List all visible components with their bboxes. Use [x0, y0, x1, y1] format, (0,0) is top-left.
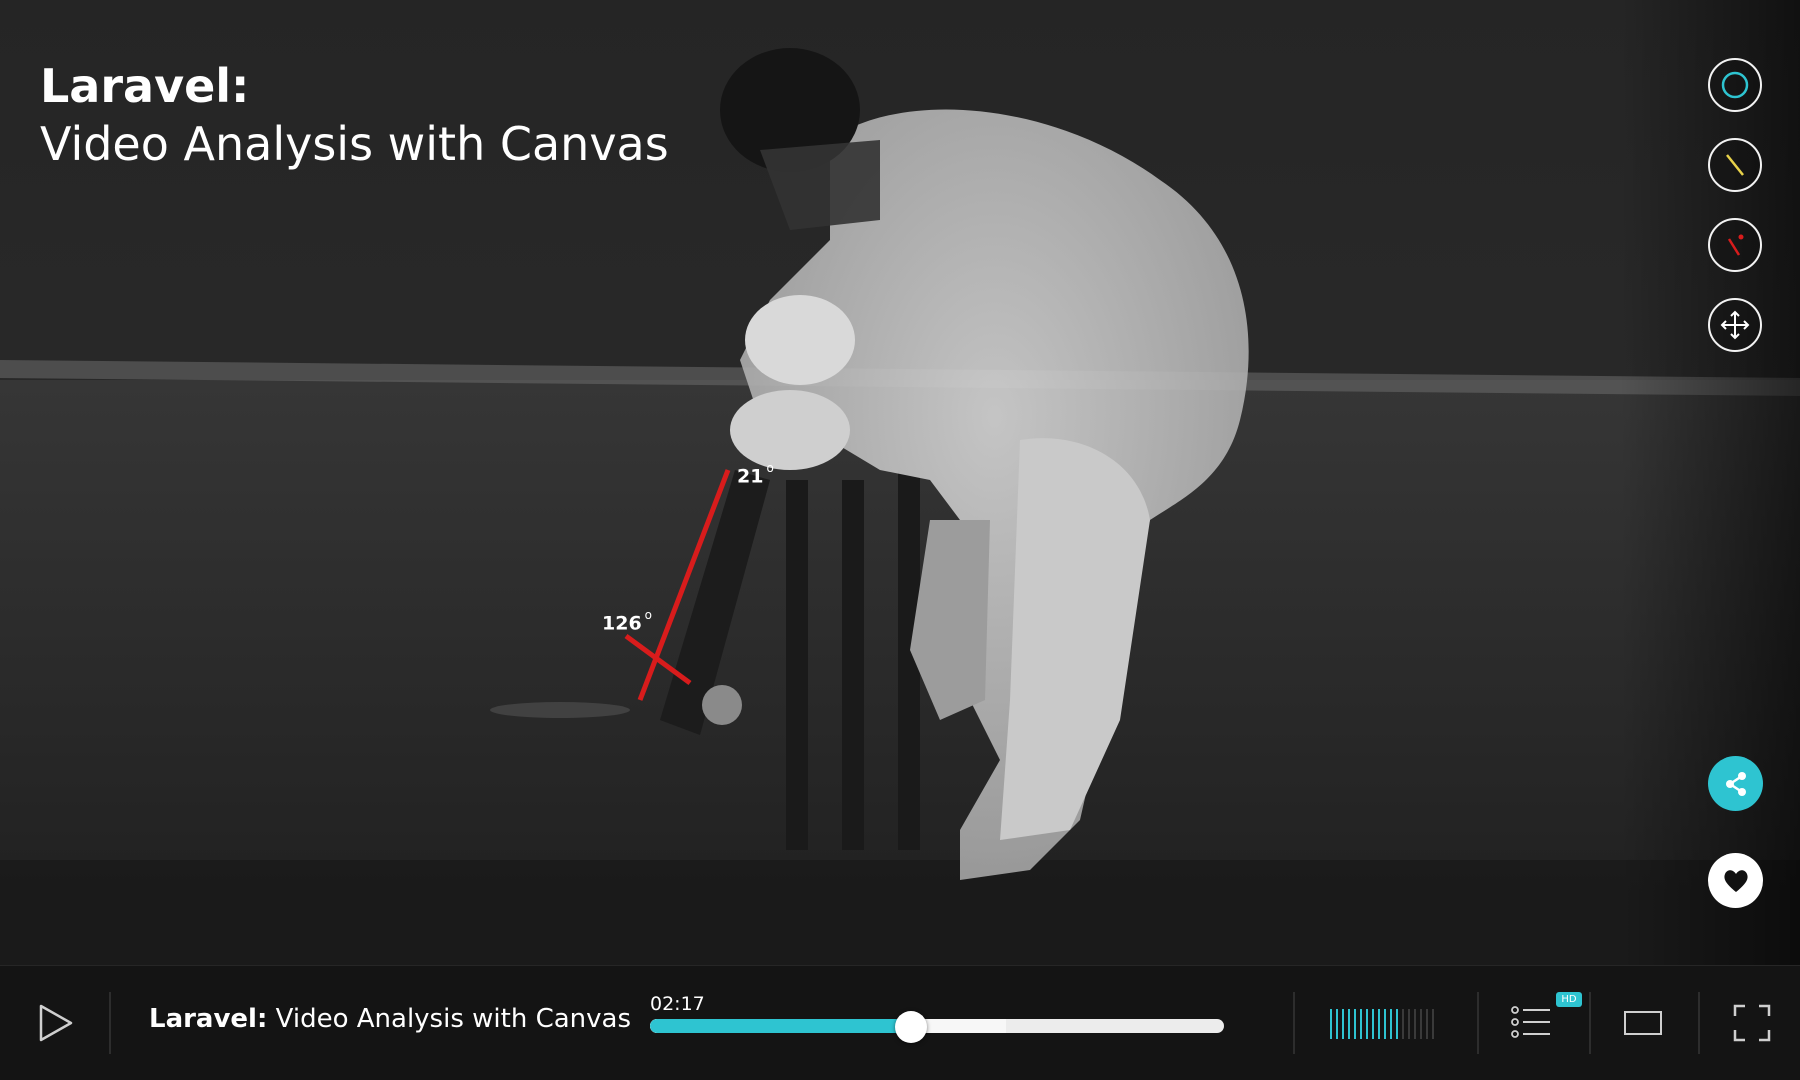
video-title: Laravel: Video Analysis with Canvas [40, 58, 669, 174]
degree-mark: o [644, 608, 653, 622]
angle-icon [1727, 234, 1744, 256]
angle-value-bottom: 126 [602, 612, 642, 635]
circle-icon [1721, 71, 1749, 99]
divider [1589, 992, 1591, 1054]
volume-bar [1378, 1009, 1380, 1039]
hd-badge: HD [1556, 992, 1582, 1007]
volume-bar [1354, 1009, 1356, 1039]
angle-label-bottom: 126 o [602, 608, 653, 635]
volume-bar [1432, 1009, 1434, 1039]
volume-bar [1396, 1009, 1398, 1039]
progress-bar[interactable] [650, 1019, 1224, 1033]
title-heading: Laravel: [40, 59, 250, 113]
player-controls: Laravel: Video Analysis with Canvas 02:1… [0, 965, 1800, 1080]
volume-bar [1372, 1009, 1374, 1039]
volume-bar [1414, 1009, 1416, 1039]
line-icon [1726, 154, 1744, 176]
angle-label-top: 21 o [737, 461, 774, 488]
theater-mode-button[interactable] [1624, 1011, 1662, 1035]
volume-bar [1348, 1009, 1350, 1039]
circle-tool-button[interactable] [1708, 58, 1762, 112]
progress-fill [650, 1019, 912, 1033]
volume-bar [1330, 1009, 1332, 1039]
player-title: Laravel: Video Analysis with Canvas [149, 1004, 631, 1034]
volume-bar [1336, 1009, 1338, 1039]
volume-slider[interactable] [1330, 1009, 1442, 1039]
move-icon [1720, 310, 1750, 340]
volume-bar [1408, 1009, 1410, 1039]
volume-bar [1366, 1009, 1368, 1039]
playlist-icon[interactable] [1510, 1002, 1552, 1042]
current-time: 02:17 [650, 993, 705, 1015]
volume-bar [1342, 1009, 1344, 1039]
volume-bar [1402, 1009, 1404, 1039]
volume-bar [1420, 1009, 1422, 1039]
title-subheading: Video Analysis with Canvas [40, 117, 669, 171]
volume-bar [1426, 1009, 1428, 1039]
favorite-button[interactable] [1708, 853, 1763, 908]
divider [1698, 992, 1700, 1054]
degree-mark: o [766, 461, 774, 475]
video-stage[interactable]: Laravel: Video Analysis with Canvas 21 o … [0, 0, 1800, 965]
share-button[interactable] [1708, 756, 1763, 811]
volume-bar [1390, 1009, 1392, 1039]
progress-thumb[interactable] [895, 1011, 928, 1043]
volume-bar [1384, 1009, 1386, 1039]
heart-icon [1723, 869, 1748, 892]
right-shade [1620, 0, 1800, 965]
move-tool-button[interactable] [1708, 298, 1762, 352]
player-title-rest: Video Analysis with Canvas [267, 1004, 631, 1034]
angle-tool-button[interactable] [1708, 218, 1762, 272]
fullscreen-icon[interactable] [1733, 1004, 1771, 1042]
divider [1477, 992, 1479, 1054]
angle-value-top: 21 [737, 465, 764, 488]
share-icon [1725, 771, 1746, 796]
divider [109, 992, 111, 1054]
volume-bar [1360, 1009, 1362, 1039]
player-title-bold: Laravel: [149, 1004, 268, 1034]
divider [1293, 992, 1295, 1054]
play-icon[interactable] [36, 1002, 76, 1044]
line-tool-button[interactable] [1708, 138, 1762, 192]
